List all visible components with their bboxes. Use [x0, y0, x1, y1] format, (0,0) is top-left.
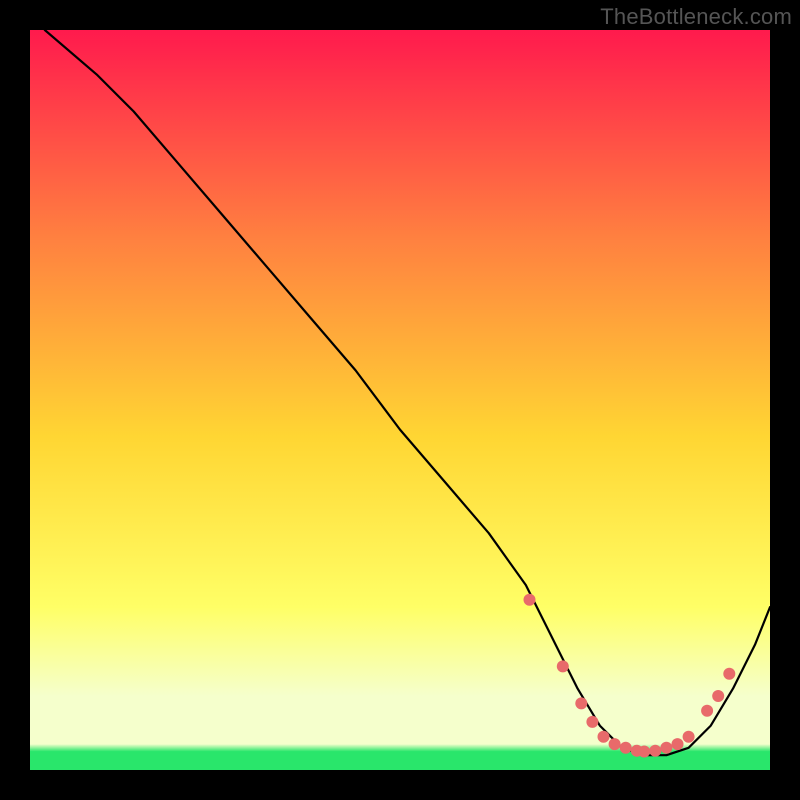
data-marker — [524, 594, 536, 606]
data-marker — [557, 660, 569, 672]
data-marker — [609, 738, 621, 750]
gradient-background — [30, 30, 770, 770]
data-marker — [620, 742, 632, 754]
data-marker — [660, 742, 672, 754]
data-marker — [683, 731, 695, 743]
data-marker — [723, 668, 735, 680]
data-marker — [649, 745, 661, 757]
data-marker — [712, 690, 724, 702]
data-marker — [586, 716, 598, 728]
data-marker — [672, 738, 684, 750]
data-marker — [598, 731, 610, 743]
data-marker — [575, 697, 587, 709]
chart-svg — [30, 30, 770, 770]
chart-container: TheBottleneck.com — [0, 0, 800, 800]
watermark-label: TheBottleneck.com — [600, 4, 792, 30]
data-marker — [638, 746, 650, 758]
data-marker — [701, 705, 713, 717]
plot-area — [30, 30, 770, 770]
